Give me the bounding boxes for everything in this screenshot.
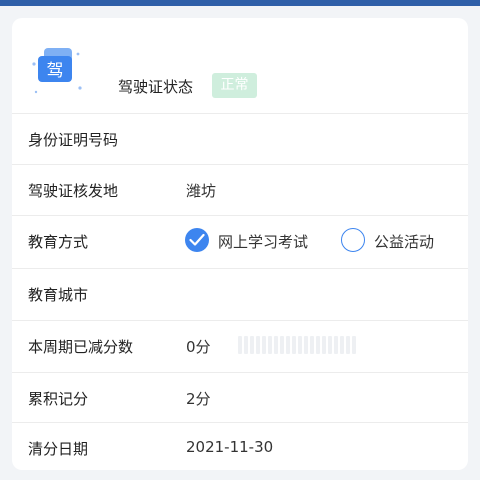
deducted-points-label: 本周期已减分数 <box>28 338 134 356</box>
status-badge: 正常 <box>212 73 257 98</box>
radio-online-study[interactable]: 网上学习考试 <box>185 228 325 254</box>
checked-radio-icon <box>185 228 209 252</box>
radio-public-welfare[interactable]: 公益活动 <box>341 228 451 254</box>
clear-date-label: 清分日期 <box>28 440 89 458</box>
row-issue-place: 驾驶证核发地 潍坊 <box>12 164 468 215</box>
issue-place-label: 驾驶证核发地 <box>28 182 119 200</box>
top-accent-bar <box>0 0 480 6</box>
radio-online-study-label: 网上学习考试 <box>218 233 309 251</box>
education-city-label: 教育城市 <box>28 286 89 304</box>
accumulated-points-label: 累积记分 <box>28 390 89 408</box>
driving-license-icon: 驾 <box>32 48 82 94</box>
unchecked-radio-icon <box>341 228 365 252</box>
row-clear-date: 清分日期 2021-11-30 <box>12 422 468 470</box>
row-accumulated-points: 累积记分 2分 <box>12 372 468 423</box>
row-id-number: 身份证明号码 <box>12 113 468 164</box>
education-method-label: 教育方式 <box>28 233 89 251</box>
card-header: 驾 驾驶证状态 正常 <box>12 18 468 113</box>
license-status-label: 驾驶证状态 <box>118 78 194 96</box>
loading-placeholder <box>238 336 358 356</box>
id-number-label: 身份证明号码 <box>28 131 119 149</box>
accumulated-points-value: 2分 <box>186 390 211 408</box>
row-education-method: 教育方式 网上学习考试 公益活动 <box>12 215 468 266</box>
issue-place-value: 潍坊 <box>186 182 217 200</box>
clear-date-value: 2021-11-30 <box>186 438 274 456</box>
row-education-city[interactable]: 教育城市 <box>12 268 468 319</box>
radio-public-welfare-label: 公益活动 <box>374 233 435 251</box>
license-icon-char: 驾 <box>47 61 64 81</box>
license-info-card: 驾 驾驶证状态 正常 身份证明号码 驾驶证核发地 潍坊 教育方式 网上学习考试 … <box>12 18 468 470</box>
deducted-points-value: 0分 <box>186 338 211 356</box>
row-deducted-points: 本周期已减分数 0分 <box>12 320 468 371</box>
